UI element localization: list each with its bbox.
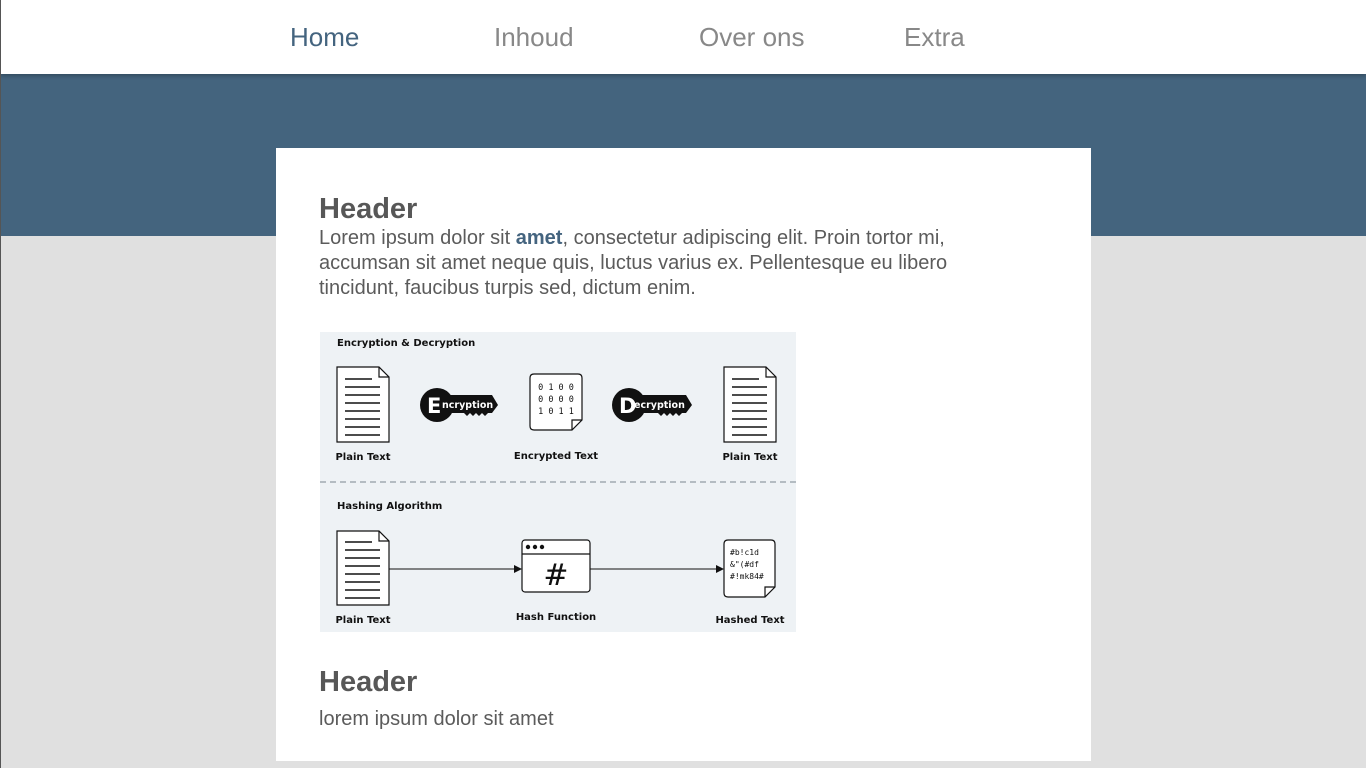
hashed-row-2: &"(#df [730,560,759,569]
key-encryption-text: ncryption [442,400,493,411]
key-encryption-letter: E [427,394,441,418]
section1-text-start: Lorem ipsum dolor sit [319,227,516,249]
section1-paragraph: Lorem ipsum dolor sit amet, consectetur … [319,226,999,301]
nav-over-ons-link[interactable]: Over ons [699,22,805,53]
nav-home-link[interactable]: Home [290,22,359,53]
hash-function-window-icon: # [521,539,591,593]
encryption-hashing-diagram: Encryption & Decryption Plain Text E ncr… [320,332,796,632]
hashing-section-title: Hashing Algorithm [337,501,442,512]
plain-text-document-icon [723,366,777,443]
binary-row-2: 0 0 0 0 [538,395,574,405]
section1-emphasis: amet [515,227,563,249]
plain-text-label-2: Plain Text [722,452,777,463]
hashed-text-label: Hashed Text [715,615,784,626]
nav-inhoud-link[interactable]: Inhoud [494,22,574,53]
key-decryption-text: ecryption [634,400,685,411]
section2-title: Header [319,666,418,698]
section2-paragraph: lorem ipsum dolor sit amet [319,708,554,730]
top-navigation: Home Inhoud Over ons Extra [0,0,1366,74]
section1-title: Header [319,193,418,225]
plain-text-document-icon [336,366,390,443]
content-card: Header Lorem ipsum dolor sit amet, conse… [276,148,1091,761]
plain-text-document-icon [336,530,390,606]
encrypted-text-label: Encrypted Text [514,451,598,462]
encryption-section-title: Encryption & Decryption [337,338,475,349]
hashed-row-3: #!mk84# [730,572,764,581]
hash-function-label: Hash Function [516,612,596,623]
hashed-row-1: #b!c1d [730,548,759,557]
plain-text-label-1: Plain Text [335,452,390,463]
plain-text-label-3: Plain Text [335,615,390,626]
binary-row-3: 1 0 1 1 [538,407,574,417]
hash-symbol: # [543,558,568,593]
window-left-edge [0,0,1,768]
hashed-document-icon: #b!c1d &"(#df #!mk84# [723,539,776,598]
nav-extra-link[interactable]: Extra [904,22,965,53]
encrypted-document-icon: 0 1 0 0 0 0 0 0 1 0 1 1 [529,373,583,431]
binary-row-1: 0 1 0 0 [538,383,574,393]
